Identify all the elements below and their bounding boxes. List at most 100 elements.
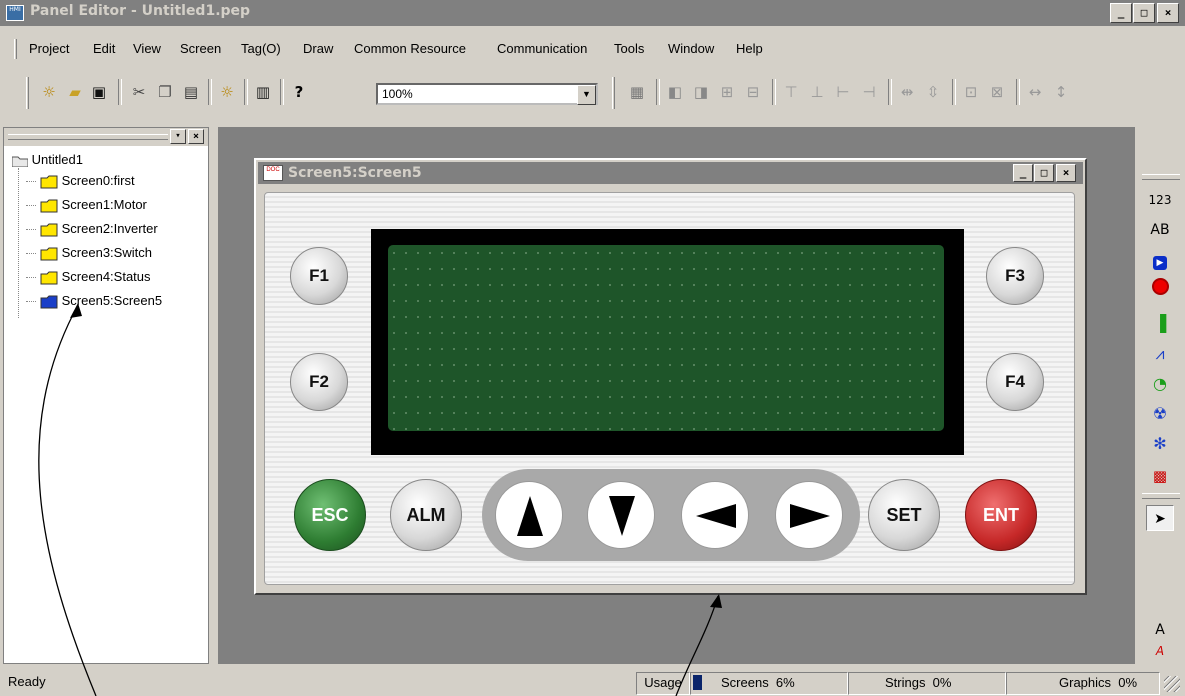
child-close-button[interactable]: × bbox=[1056, 164, 1076, 182]
compile-icon[interactable]: ☼ bbox=[216, 81, 238, 103]
trend-graph-icon: ⩘ bbox=[1155, 344, 1165, 363]
down-arrow-key[interactable] bbox=[587, 481, 655, 549]
cut-icon[interactable]: ✂ bbox=[128, 81, 150, 103]
child-maximize-button[interactable]: □ bbox=[1034, 164, 1054, 182]
alarm-tool[interactable]: ▩ bbox=[1138, 461, 1182, 491]
up-arrow-key[interactable] bbox=[495, 481, 563, 549]
left-arrow-icon bbox=[696, 504, 736, 528]
menu-screen[interactable]: Screen bbox=[180, 41, 221, 56]
right-arrow-key[interactable] bbox=[775, 481, 843, 549]
tree-item[interactable]: Screen0:first bbox=[26, 173, 135, 191]
pane-grip[interactable] bbox=[8, 134, 168, 140]
menu-communication[interactable]: Communication bbox=[497, 41, 587, 56]
bring-front-icon[interactable]: ◧ bbox=[664, 81, 686, 103]
button-tool[interactable]: ▶ bbox=[1138, 247, 1182, 277]
f4-key[interactable]: F4 bbox=[986, 353, 1044, 411]
align-top-icon[interactable]: ⊤ bbox=[780, 81, 802, 103]
menu-draw[interactable]: Draw bbox=[303, 41, 333, 56]
ungroup-icon[interactable]: ⊟ bbox=[742, 81, 764, 103]
menu-edit[interactable]: Edit bbox=[93, 41, 115, 56]
download-icon[interactable]: ▥ bbox=[252, 81, 274, 103]
distribute-horizontal-icon[interactable]: ⇹ bbox=[896, 81, 918, 103]
numeric-display-tool[interactable]: 123 bbox=[1138, 185, 1182, 215]
menu-tag[interactable]: Tag(O) bbox=[241, 41, 281, 56]
alarm-icon: ▩ bbox=[1152, 467, 1168, 485]
tree-item[interactable]: Screen3:Switch bbox=[26, 245, 152, 263]
tree-item[interactable]: Screen2:Inverter bbox=[26, 221, 158, 239]
tree-root[interactable]: Untitled1 bbox=[12, 152, 83, 170]
align-bottom-icon[interactable]: ⊥ bbox=[806, 81, 828, 103]
toolbar-separator bbox=[772, 79, 776, 105]
f2-key[interactable]: F2 bbox=[290, 353, 348, 411]
tree-item[interactable]: Screen5:Screen5 bbox=[26, 293, 162, 311]
grid-icon[interactable]: ▦ bbox=[626, 81, 648, 103]
align-right-icon[interactable]: ⊣ bbox=[858, 81, 880, 103]
tree-connector bbox=[26, 205, 36, 207]
menu-project[interactable]: Project bbox=[29, 41, 69, 56]
toolbar-grip[interactable] bbox=[612, 77, 615, 109]
close-button[interactable]: × bbox=[1157, 3, 1179, 23]
title-bar[interactable]: HMI Panel Editor - Untitled1.pep _ □ × bbox=[0, 0, 1185, 26]
lcd-display[interactable] bbox=[388, 245, 944, 431]
menu-window[interactable]: Window bbox=[668, 41, 714, 56]
text-display-tool[interactable]: AB bbox=[1138, 215, 1182, 245]
toolbar-separator bbox=[1016, 79, 1020, 105]
menu-grip[interactable] bbox=[14, 39, 17, 59]
tree-item-label: Screen3:Switch bbox=[61, 245, 152, 260]
screen-window-title-bar[interactable]: DOC Screen5:Screen5 _ □ × bbox=[258, 162, 1083, 184]
f1-key[interactable]: F1 bbox=[290, 247, 348, 305]
pie-chart-tool[interactable]: ◔ bbox=[1138, 369, 1182, 399]
toolbox-grip[interactable] bbox=[1142, 174, 1180, 180]
tree-root-label: Untitled1 bbox=[31, 152, 83, 167]
pane-close-button[interactable]: × bbox=[188, 129, 204, 144]
center-horizontal-icon[interactable]: ⊡ bbox=[960, 81, 982, 103]
tree-item[interactable]: Screen4:Status bbox=[26, 269, 151, 287]
tree-connector bbox=[26, 181, 36, 183]
open-folder-icon[interactable]: ▰ bbox=[64, 81, 86, 103]
save-icon[interactable]: ▣ bbox=[88, 81, 110, 103]
help-icon[interactable]: ? bbox=[288, 81, 310, 103]
esc-key[interactable]: ESC bbox=[294, 479, 366, 551]
paste-icon[interactable]: ▤ bbox=[180, 81, 202, 103]
pie-chart-icon: ◔ bbox=[1153, 374, 1167, 393]
minimize-button[interactable]: _ bbox=[1110, 3, 1132, 23]
tree-item[interactable]: Screen1:Motor bbox=[26, 197, 147, 215]
send-back-icon[interactable]: ◨ bbox=[690, 81, 712, 103]
screen-page-icon bbox=[40, 175, 58, 189]
pane-restore-button[interactable]: ▾ bbox=[170, 129, 186, 144]
zoom-select[interactable]: 100% ▼ bbox=[376, 83, 598, 105]
screen-editor-window[interactable]: DOC Screen5:Screen5 _ □ × F1 F2 F3 F4 ES… bbox=[254, 158, 1087, 595]
meter-tool[interactable]: ☢ bbox=[1138, 399, 1182, 429]
menu-tools[interactable]: Tools bbox=[614, 41, 644, 56]
left-arrow-key[interactable] bbox=[681, 481, 749, 549]
group-icon[interactable]: ⊞ bbox=[716, 81, 738, 103]
zoom-value: 100% bbox=[382, 87, 413, 101]
ent-key[interactable]: ENT bbox=[965, 479, 1037, 551]
distribute-vertical-icon[interactable]: ⇳ bbox=[922, 81, 944, 103]
pointer-tool[interactable]: ➤ bbox=[1146, 505, 1174, 531]
child-minimize-button[interactable]: _ bbox=[1013, 164, 1033, 182]
maximize-button[interactable]: □ bbox=[1133, 3, 1155, 23]
fan-tool[interactable]: ✻ bbox=[1138, 429, 1182, 459]
menu-common-resource[interactable]: Common Resource bbox=[354, 41, 466, 56]
f3-key[interactable]: F3 bbox=[986, 247, 1044, 305]
set-key[interactable]: SET bbox=[868, 479, 940, 551]
bar-graph-tool[interactable]: ▐ bbox=[1138, 309, 1182, 339]
copy-icon[interactable]: ❐ bbox=[154, 81, 176, 103]
lamp-tool[interactable] bbox=[1138, 277, 1182, 307]
trend-graph-tool[interactable]: ⩘ bbox=[1138, 339, 1182, 369]
same-width-icon[interactable]: ↔ bbox=[1024, 81, 1046, 103]
toolbox-grip[interactable] bbox=[1142, 493, 1180, 499]
chevron-down-icon[interactable]: ▼ bbox=[577, 85, 596, 105]
alm-key[interactable]: ALM bbox=[390, 479, 462, 551]
menu-view[interactable]: View bbox=[133, 41, 161, 56]
menu-help[interactable]: Help bbox=[736, 41, 763, 56]
red-text-tool[interactable]: A bbox=[1138, 641, 1182, 661]
align-left-icon[interactable]: ⊢ bbox=[832, 81, 854, 103]
same-height-icon[interactable]: ↕ bbox=[1050, 81, 1072, 103]
toolbar-grip[interactable] bbox=[26, 77, 29, 109]
new-screen-icon[interactable]: ☼ bbox=[38, 81, 60, 103]
resize-grip[interactable] bbox=[1164, 676, 1180, 692]
center-vertical-icon[interactable]: ⊠ bbox=[986, 81, 1008, 103]
project-tree[interactable]: ▾ × Untitled1 Screen0:first Screen1:Moto… bbox=[3, 127, 209, 664]
